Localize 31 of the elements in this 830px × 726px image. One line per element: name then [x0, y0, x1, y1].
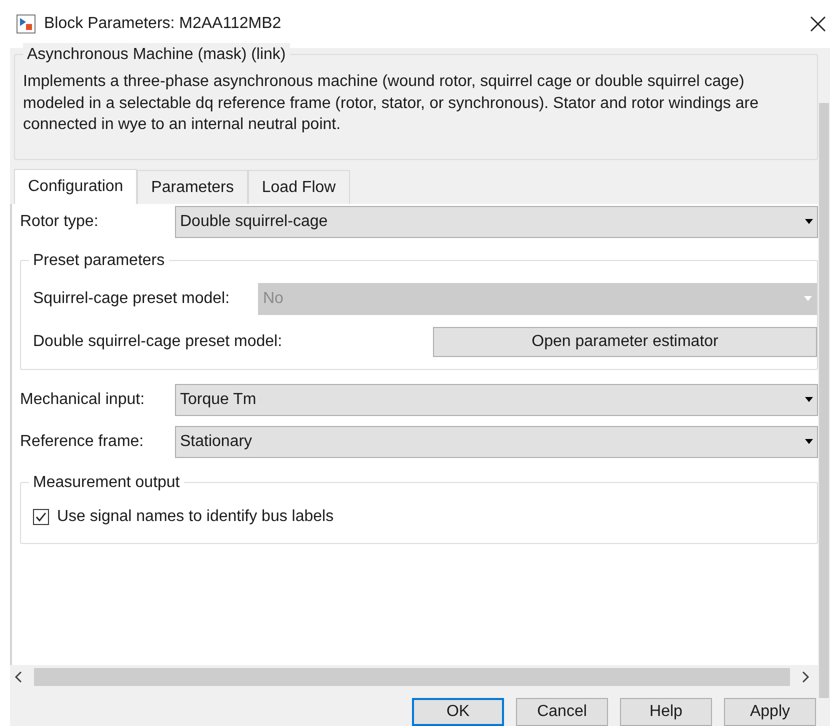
dialog-button[interactable]: OK: [412, 698, 504, 726]
checkbox-label: Use signal names to identify bus labels: [57, 506, 334, 527]
field-label: Mechanical input:: [20, 390, 146, 410]
dropdown[interactable]: Double squirrel-cage: [175, 206, 818, 238]
dropdown[interactable]: Torque Tm: [175, 384, 818, 416]
dialog-button[interactable]: Cancel: [516, 698, 608, 726]
tab[interactable]: Parameters: [137, 170, 248, 204]
field-label: Reference frame:: [20, 432, 145, 452]
caret-icon: [805, 439, 813, 444]
estimator-button[interactable]: Open parameter estimator: [433, 326, 817, 357]
checkbox[interactable]: [33, 508, 49, 525]
tab[interactable]: Load Flow: [248, 170, 350, 204]
app-icon: [16, 14, 36, 34]
scrollbar-thumb[interactable]: [34, 668, 790, 686]
window-title: Block Parameters: M2AA112MB2: [44, 14, 282, 34]
scroll-right-icon[interactable]: [800, 670, 810, 683]
scroll-left-icon[interactable]: [14, 670, 24, 683]
dialog-button[interactable]: Help: [620, 698, 712, 726]
caret-icon: [805, 397, 813, 402]
caret-icon: [805, 219, 813, 224]
description-text: Implements a three-phase asynchronous machine (wound rotor, squirrel cage or double squirrel cage) modeled in a selectable dq reference frame (rotor, stator, or synchronous). Stator and rotor windings are connected in wye to an internal neutral point.: [23, 72, 760, 136]
tab[interactable]: Configuration: [14, 168, 138, 204]
field-label: Rotor type:: [20, 212, 100, 232]
dropdown: No: [258, 282, 817, 315]
field-label: Squirrel-cage preset model:: [33, 288, 231, 309]
field-label: Double squirrel-cage preset model:: [33, 332, 284, 352]
dialog-button[interactable]: Apply: [724, 698, 816, 726]
dropdown[interactable]: Stationary: [175, 426, 818, 458]
caret-icon: [804, 296, 812, 302]
close-icon[interactable]: [810, 16, 826, 32]
scrollbar-thumb[interactable]: [819, 103, 829, 698]
